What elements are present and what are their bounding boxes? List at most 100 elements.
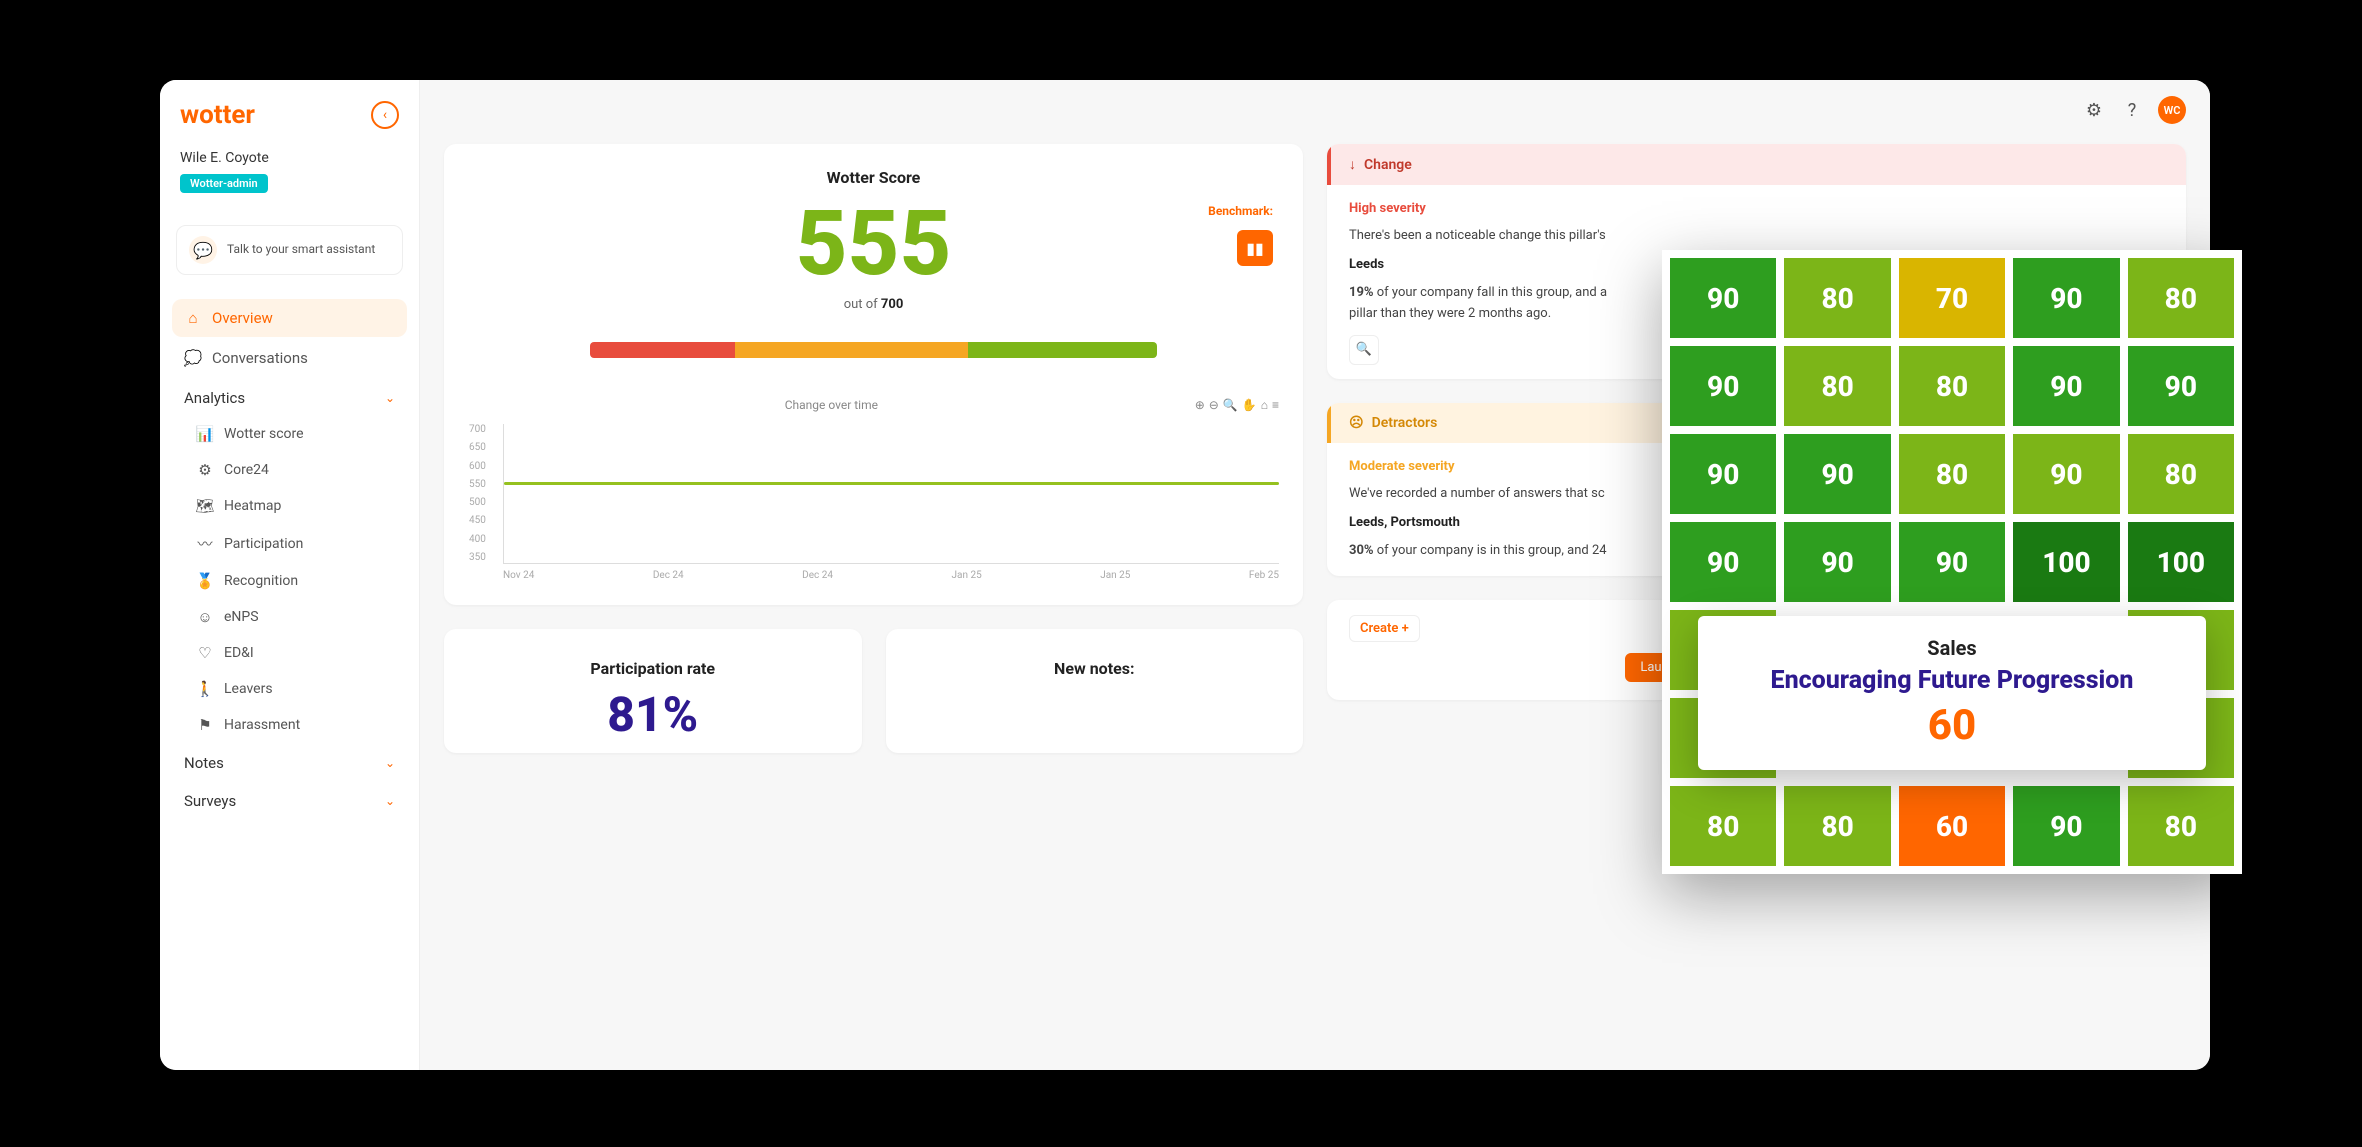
brand-logo: wotter xyxy=(180,100,255,130)
severity-label: High severity xyxy=(1349,199,2164,220)
chart-toolbar: ⊕ ⊖ 🔍 ✋ ⌂ ≡ xyxy=(1195,398,1279,412)
tooltip-group: Sales xyxy=(1718,636,2186,660)
tooltip-value: 60 xyxy=(1718,701,2186,750)
sidebar-item-edi[interactable]: ♡ED&I xyxy=(184,636,407,670)
chevron-down-icon: ⌄ xyxy=(385,756,395,770)
heatmap-row: 8080609080 xyxy=(1670,786,2234,866)
smile-icon: ☺ xyxy=(196,608,214,626)
heatmap-row: 9080709080 xyxy=(1670,258,2234,338)
user-role-badge: Wotter-admin xyxy=(180,174,268,193)
heatmap-cell[interactable]: 80 xyxy=(1784,346,1890,426)
user-name: Wile E. Coyote xyxy=(180,150,399,166)
heatmap-cell[interactable]: 80 xyxy=(2128,434,2234,514)
heatmap-cell[interactable]: 80 xyxy=(1784,786,1890,866)
benchmark-button[interactable]: ▮▮ xyxy=(1237,230,1273,266)
heatmap-cell[interactable]: 90 xyxy=(2013,786,2119,866)
heatmap-cell[interactable]: 90 xyxy=(2013,258,2119,338)
heatmap-cell[interactable]: 80 xyxy=(1784,258,1890,338)
zoom-out-icon[interactable]: ⊖ xyxy=(1209,398,1219,412)
settings-icon[interactable]: ⚙ xyxy=(2082,98,2106,122)
heatmap-cell[interactable]: 100 xyxy=(2128,522,2234,602)
sidebar-item-heatmap[interactable]: 🗺Heatmap xyxy=(184,489,407,523)
heatmap-cell[interactable]: 90 xyxy=(2128,346,2234,426)
detractors-header: Detractors xyxy=(1372,415,1438,431)
pan-icon[interactable]: ✋ xyxy=(1242,398,1257,412)
heart-icon: ♡ xyxy=(196,644,214,662)
sidebar-section-notes[interactable]: Notes⌄ xyxy=(172,744,407,782)
new-notes-title: New notes: xyxy=(906,659,1284,678)
sad-face-icon: ☹ xyxy=(1349,415,1364,431)
sidebar-item-overview[interactable]: ⌂Overview xyxy=(172,299,407,337)
assistant-label: Talk to your smart assistant xyxy=(227,242,375,258)
zoom-in-icon[interactable]: ⊕ xyxy=(1195,398,1205,412)
heatmap-cell[interactable]: 90 xyxy=(2013,434,2119,514)
sidebar-item-participation[interactable]: 〰Participation xyxy=(184,525,407,562)
sidebar-item-core24[interactable]: ⚙Core24 xyxy=(184,453,407,487)
bar-segment-yellow xyxy=(735,342,968,358)
gear-icon: ⚙ xyxy=(196,461,214,479)
sidebar-item-recognition[interactable]: 🏅Recognition xyxy=(184,564,407,598)
conversations-icon: 💭 xyxy=(184,349,202,367)
bar-chart-icon: 📊 xyxy=(196,425,214,443)
score-title: Wotter Score xyxy=(468,168,1279,187)
assistant-button[interactable]: 💬 Talk to your smart assistant xyxy=(176,225,403,275)
heatmap-cell[interactable]: 90 xyxy=(1784,434,1890,514)
exit-icon: 🚶 xyxy=(196,680,214,698)
heatmap-cell[interactable]: 90 xyxy=(1670,346,1776,426)
heatmap-cell[interactable]: 60 xyxy=(1899,786,2005,866)
score-subtext: out of 700 xyxy=(468,297,1279,312)
participation-value: 81% xyxy=(464,686,842,743)
sidebar-item-leavers[interactable]: 🚶Leavers xyxy=(184,672,407,706)
search-insight-button[interactable]: 🔍 xyxy=(1349,335,1379,365)
insight-text: There's been a noticeable change this pi… xyxy=(1349,226,2164,247)
sidebar: wotter ‹ Wile E. Coyote Wotter-admin 💬 T… xyxy=(160,80,420,1070)
heatmap-cell[interactable]: 80 xyxy=(1899,346,2005,426)
heatmap-cell[interactable]: 90 xyxy=(1670,522,1776,602)
heatmap-row: 909090100100 xyxy=(1670,522,2234,602)
heatmap-cell[interactable]: 80 xyxy=(2128,258,2234,338)
heatmap-cell[interactable]: 90 xyxy=(1670,434,1776,514)
sidebar-item-harassment[interactable]: ⚑Harassment xyxy=(184,708,407,742)
sidebar-section-analytics[interactable]: Analytics⌄ xyxy=(172,379,407,417)
chevron-down-icon: ⌄ xyxy=(385,794,395,808)
chat-icon: 💬 xyxy=(189,236,217,264)
map-icon: 🗺 xyxy=(196,497,214,515)
chart-series-line xyxy=(504,482,1279,485)
score-value: 555 xyxy=(468,199,1279,289)
collapse-sidebar-button[interactable]: ‹ xyxy=(371,101,399,129)
home-icon: ⌂ xyxy=(184,309,202,327)
heatmap-cell[interactable]: 90 xyxy=(1784,522,1890,602)
menu-icon[interactable]: ≡ xyxy=(1272,398,1279,412)
new-notes-card: New notes: xyxy=(886,629,1304,753)
heatmap-cell[interactable]: 90 xyxy=(1670,258,1776,338)
heatmap-cell[interactable]: 90 xyxy=(2013,346,2119,426)
tooltip-pillar: Encouraging Future Progression xyxy=(1718,666,2186,695)
help-icon[interactable]: ? xyxy=(2120,98,2144,122)
create-survey-button[interactable]: Create + xyxy=(1349,615,1420,642)
score-bar xyxy=(590,342,1158,358)
participation-title: Participation rate xyxy=(464,659,842,678)
heatmap-cell[interactable]: 80 xyxy=(1899,434,2005,514)
chevron-down-icon: ⌄ xyxy=(385,391,395,405)
heatmap-cell[interactable]: 100 xyxy=(2013,522,2119,602)
award-icon: 🏅 xyxy=(196,572,214,590)
heatmap-cell[interactable]: 70 xyxy=(1899,258,2005,338)
heatmap-cell[interactable]: 80 xyxy=(2128,786,2234,866)
bar-segment-red xyxy=(590,342,736,358)
sidebar-item-wotter-score[interactable]: 📊Wotter score xyxy=(184,417,407,451)
participation-card: Participation rate 81% xyxy=(444,629,862,753)
heatmap-cell[interactable]: 80 xyxy=(1670,786,1776,866)
home-icon[interactable]: ⌂ xyxy=(1261,398,1268,412)
zoom-icon[interactable]: 🔍 xyxy=(1223,398,1238,412)
heatmap-tooltip: Sales Encouraging Future Progression 60 xyxy=(1698,616,2206,770)
arrow-down-icon: ↓ xyxy=(1349,156,1356,173)
benchmark-label: Benchmark: xyxy=(1208,204,1273,218)
sidebar-item-conversations[interactable]: 💭Conversations xyxy=(172,339,407,377)
sidebar-section-surveys[interactable]: Surveys⌄ xyxy=(172,782,407,820)
avatar[interactable]: WC xyxy=(2158,96,2186,124)
x-axis-labels: Nov 24Dec 24Dec 24Jan 25Jan 25Feb 25 xyxy=(503,570,1279,581)
heatmap-cell[interactable]: 90 xyxy=(1899,522,2005,602)
sidebar-item-enps[interactable]: ☺eNPS xyxy=(184,600,407,634)
heatmap-overlay: 9080709080908080909090908090809090901001… xyxy=(1662,250,2242,874)
chart-title: Change over time xyxy=(468,398,1195,412)
